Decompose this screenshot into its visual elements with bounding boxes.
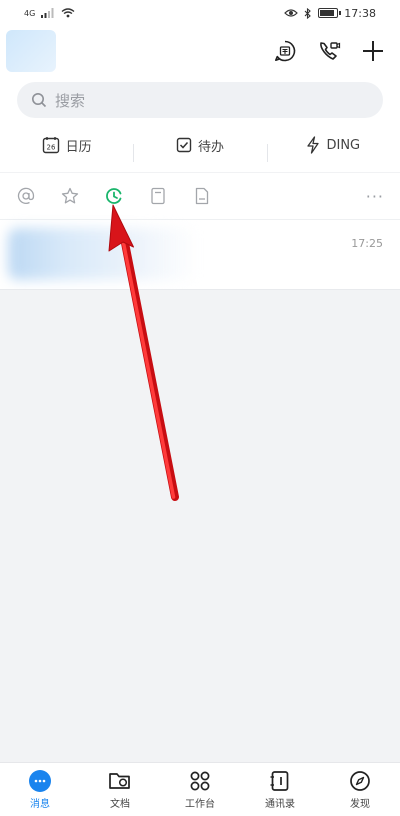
filter-starred[interactable] [48, 178, 92, 214]
filter-document[interactable] [180, 178, 224, 214]
tab-label: 发现 [350, 799, 370, 810]
filter-mentions[interactable] [4, 178, 48, 214]
filter-recent[interactable] [92, 178, 136, 214]
add-icon [363, 41, 383, 61]
svg-text:26: 26 [46, 144, 55, 152]
filter-more-button[interactable]: ··· [366, 187, 384, 206]
lightning-icon [307, 136, 320, 154]
filter-row: ··· [0, 178, 400, 214]
tab-discover[interactable]: 发现 [320, 763, 400, 816]
signal-icon [41, 8, 54, 18]
secret-chat-button[interactable] [272, 38, 298, 64]
add-button[interactable] [360, 38, 386, 64]
search-placeholder: 搜索 [55, 91, 86, 110]
calendar-icon: 26 [42, 137, 59, 154]
recent-clock-icon [106, 188, 122, 204]
tab-contacts[interactable]: 通讯录 [240, 763, 320, 816]
header-actions [272, 38, 386, 64]
document-icon [195, 187, 209, 205]
card-icon [151, 187, 165, 205]
at-icon [17, 187, 35, 204]
message-icon [29, 770, 51, 792]
quick-actions: 26 日历 待办 DING [0, 128, 400, 162]
tab-docs[interactable]: 文档 [80, 763, 160, 816]
tab-label: 通讯录 [265, 799, 295, 810]
eye-icon [284, 9, 299, 17]
video-call-icon [320, 42, 341, 60]
ding-label: DING [326, 137, 361, 153]
tab-messages[interactable]: 消息 [0, 763, 80, 816]
tab-label: 文档 [110, 799, 130, 810]
bluetooth-icon [304, 7, 312, 19]
todo-check-icon [176, 137, 192, 153]
network-label: 4G [24, 8, 36, 18]
conversation-content-blurred [8, 228, 198, 280]
ding-button[interactable]: DING [266, 136, 400, 162]
todo-button[interactable]: 待办 [133, 136, 266, 162]
discover-icon [350, 771, 370, 791]
search-icon [32, 93, 47, 108]
star-icon [61, 187, 79, 204]
folder-icon [109, 773, 130, 789]
search-input[interactable]: 搜索 [17, 82, 383, 118]
conversation-time: 17:25 [351, 237, 383, 250]
header [0, 26, 400, 76]
status-bar: 4G 17:38 [0, 0, 400, 26]
calendar-label: 日历 [65, 139, 92, 155]
status-left: 4G [24, 8, 75, 18]
todo-label: 待办 [197, 139, 224, 155]
tab-label: 工作台 [185, 799, 215, 810]
empty-list-area [0, 289, 400, 762]
status-right: 17:38 [284, 7, 376, 20]
tab-workbench[interactable]: 工作台 [160, 763, 240, 816]
tab-bar: 消息 文档 工作台 通讯录 发现 [0, 762, 400, 816]
avatar[interactable] [6, 30, 56, 72]
divider [0, 172, 400, 173]
secret-chat-icon [275, 40, 296, 62]
calendar-button[interactable]: 26 日历 [0, 136, 133, 155]
wifi-icon [61, 8, 75, 18]
status-time: 17:38 [344, 6, 376, 20]
video-call-button[interactable] [316, 38, 342, 64]
contacts-icon [270, 771, 289, 791]
apps-icon [190, 771, 210, 791]
battery-icon [318, 8, 342, 18]
conversation-item[interactable]: 17:25 [0, 220, 400, 289]
tab-label: 消息 [30, 799, 50, 810]
filter-card[interactable] [136, 178, 180, 214]
